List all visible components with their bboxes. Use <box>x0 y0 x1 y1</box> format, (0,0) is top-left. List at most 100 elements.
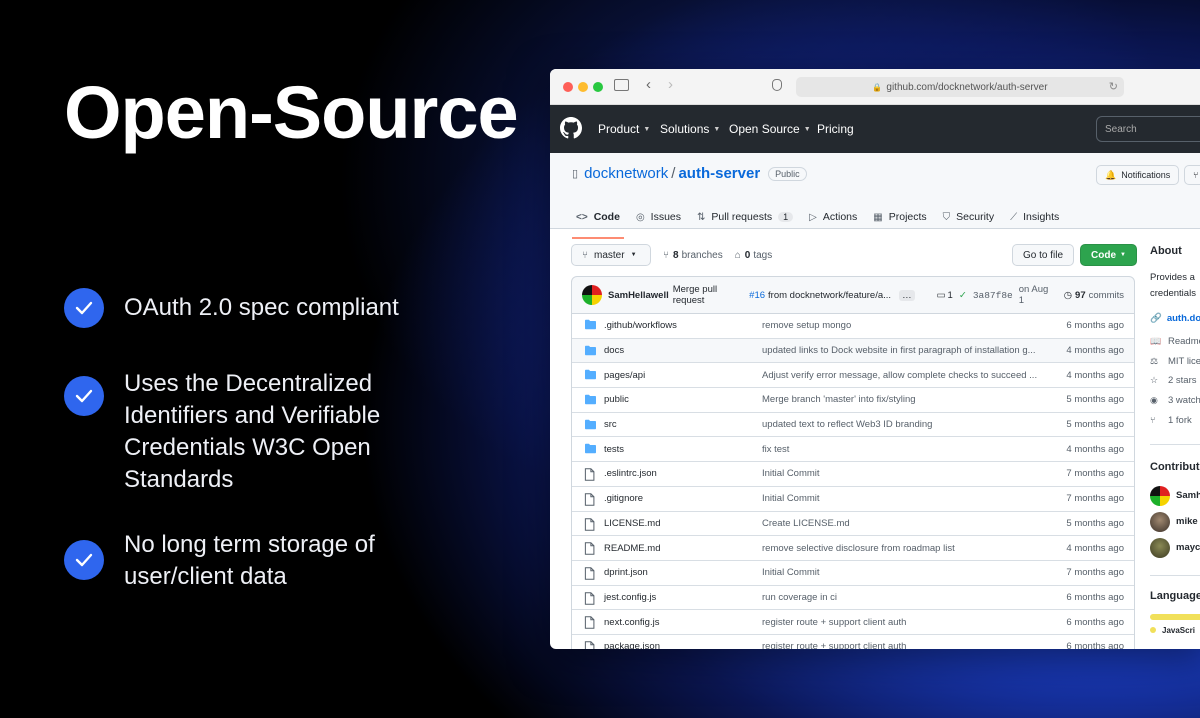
commit-hash[interactable]: 3a87f8e <box>973 290 1013 301</box>
commit-time: 4 months ago <box>1066 369 1124 381</box>
repo-owner-link[interactable]: docknetwork <box>584 165 668 182</box>
expand-message-button[interactable]: … <box>899 289 915 301</box>
homepage-link[interactable]: 🔗 auth.do <box>1150 313 1200 324</box>
file-row[interactable]: src updated text to reflect Web3 ID brand… <box>572 411 1134 437</box>
reload-icon[interactable]: ↻ <box>1109 80 1118 93</box>
address-bar[interactable]: 🔒 github.com/docknetwork/auth-server ↻ <box>796 77 1124 97</box>
license-link[interactable]: ⚖ MIT lice <box>1150 352 1200 372</box>
close-window-button[interactable] <box>563 82 573 92</box>
commit-time: 5 months ago <box>1066 419 1124 431</box>
feature-item: No long term storage of user/client data <box>64 529 414 593</box>
commit-message[interactable]: run coverage in ci <box>762 592 1048 603</box>
stars-link[interactable]: ☆ 2 stars <box>1150 371 1200 391</box>
forks-link[interactable]: ⑂ 1 fork <box>1150 410 1200 430</box>
file-row[interactable]: LICENSE.md Create LICENSE.md 5 months ago <box>572 510 1134 536</box>
contributor-item[interactable]: mayc <box>1150 535 1200 561</box>
commit-message[interactable]: Initial Commit <box>762 468 1048 479</box>
avatar[interactable] <box>582 285 602 305</box>
file-row[interactable]: public Merge branch 'master' into fix/sty… <box>572 387 1134 412</box>
privacy-shield-icon[interactable] <box>772 79 782 91</box>
nav-pricing[interactable]: Pricing <box>817 122 854 136</box>
tags-link[interactable]: ⌂ 0 tags <box>735 250 773 261</box>
nav-solutions[interactable]: Solutions ▼ <box>660 122 720 136</box>
forward-icon[interactable]: › <box>668 76 673 93</box>
commit-message[interactable]: Adjust verify error message, allow compl… <box>762 370 1048 381</box>
tab-issues[interactable]: ◎ Issues <box>636 205 681 229</box>
zoom-window-button[interactable] <box>593 82 603 92</box>
file-name[interactable]: .eslintrc.json <box>604 468 657 479</box>
file-row[interactable]: README.md remove selective disclosure fro… <box>572 535 1134 560</box>
fork-button[interactable]: ⑂ <box>1184 165 1200 185</box>
nav-open-source[interactable]: Open Source ▼ <box>729 122 811 136</box>
tab-projects[interactable]: ▦ Projects <box>873 205 926 229</box>
go-to-file-button[interactable]: Go to file <box>1012 244 1075 266</box>
commit-message[interactable]: Merge branch 'master' into fix/styling <box>762 394 1048 405</box>
file-row[interactable]: .gitignore Initial Commit 7 months ago <box>572 485 1134 511</box>
tab-insights[interactable]: ⟋ Insights <box>1010 205 1059 229</box>
file-row[interactable]: tests fix test 4 months ago <box>572 436 1134 461</box>
tab-actions[interactable]: ▷ Actions <box>809 205 857 229</box>
readme-link[interactable]: 📖Readme <box>1150 332 1200 352</box>
file-row[interactable]: .eslintrc.json Initial Commit 7 months ago <box>572 461 1134 486</box>
github-logo-icon[interactable] <box>560 117 582 139</box>
code-button[interactable]: Code ▼ <box>1080 244 1137 266</box>
file-name[interactable]: .github/workflows <box>604 320 677 331</box>
commit-message[interactable]: register route + support client auth <box>762 641 1048 649</box>
file-row[interactable]: pages/api Adjust verify error message, al… <box>572 362 1134 387</box>
file-name[interactable]: package.json <box>604 641 660 649</box>
commit-message[interactable]: Initial Commit <box>762 567 1048 578</box>
check-icon <box>64 288 104 328</box>
contributor-item[interactable]: mike <box>1150 509 1200 535</box>
file-name[interactable]: dprint.json <box>604 567 648 578</box>
notifications-button[interactable]: 🔔 Notifications <box>1096 165 1180 185</box>
languages-heading: Language <box>1150 589 1200 602</box>
sidebar-toggle-icon[interactable] <box>614 79 629 91</box>
language-dot <box>1150 627 1156 634</box>
shield-icon: ⛉ <box>942 211 951 223</box>
file-name[interactable]: tests <box>604 444 624 455</box>
commit-message[interactable]: fix test <box>762 444 1048 455</box>
file-name[interactable]: src <box>604 419 617 430</box>
branches-link[interactable]: ⑂ 8 branches <box>663 250 723 261</box>
commit-message[interactable]: updated links to Dock website in first p… <box>762 345 1048 356</box>
commit-author[interactable]: SamHellawell <box>608 290 669 301</box>
contributor-item[interactable]: Samh <box>1150 483 1200 509</box>
commit-message[interactable]: remove setup mongo <box>762 320 1048 331</box>
commit-time: 6 months ago <box>1066 319 1124 331</box>
file-name[interactable]: docs <box>604 345 624 356</box>
repo-name-link[interactable]: auth-server <box>678 165 760 182</box>
branch-icon: ⑂ <box>582 249 588 261</box>
file-row[interactable]: .github/workflows remove setup mongo 6 mon… <box>572 313 1134 338</box>
pull-request-icon: ⇅ <box>697 211 706 223</box>
file-name[interactable]: pages/api <box>604 370 645 381</box>
file-row[interactable]: jest.config.js run coverage in ci 6 months… <box>572 584 1134 610</box>
file-name[interactable]: next.config.js <box>604 617 659 628</box>
file-row[interactable]: next.config.js register route + support c… <box>572 609 1134 634</box>
file-name[interactable]: jest.config.js <box>604 592 656 603</box>
file-row[interactable]: docs updated links to Dock website in fir… <box>572 337 1134 363</box>
tab-security[interactable]: ⛉ Security <box>943 205 994 229</box>
tab-code[interactable]: <> Code <box>572 205 624 239</box>
file-row[interactable]: package.json register route + support cli… <box>572 633 1134 649</box>
file-name[interactable]: LICENSE.md <box>604 518 661 529</box>
tab-pull-requests[interactable]: ⇅ Pull requests 1 <box>697 205 794 229</box>
minimize-window-button[interactable] <box>578 82 588 92</box>
file-name[interactable]: .gitignore <box>604 493 643 504</box>
back-icon[interactable]: ‹ <box>646 76 651 93</box>
commit-message[interactable]: updated text to reflect Web3 ID branding <box>762 419 1048 430</box>
branch-selector[interactable]: ⑂ master ▼ <box>571 244 651 266</box>
file-row[interactable]: dprint.json Initial Commit 7 months ago <box>572 559 1134 585</box>
commit-message[interactable]: Initial Commit <box>762 493 1048 504</box>
commit-time: 6 months ago <box>1066 641 1124 649</box>
nav-product[interactable]: Product ▼ <box>598 122 650 136</box>
file-name[interactable]: README.md <box>604 543 660 554</box>
eye-icon: ◉ <box>1150 395 1158 406</box>
search-input[interactable]: Search <box>1096 116 1200 142</box>
commit-message[interactable]: Create LICENSE.md <box>762 518 1048 529</box>
pr-link[interactable]: #16 <box>749 290 765 301</box>
watchers-link[interactable]: ◉ 3 watch <box>1150 391 1200 411</box>
repo-tabs: <> Code ◎ Issues ⇅ Pull requests 1 ▷ Actions … <box>572 205 1075 239</box>
file-name[interactable]: public <box>604 394 629 405</box>
commit-message[interactable]: remove selective disclosure from roadmap… <box>762 543 1048 554</box>
commit-message[interactable]: register route + support client auth <box>762 617 1048 628</box>
